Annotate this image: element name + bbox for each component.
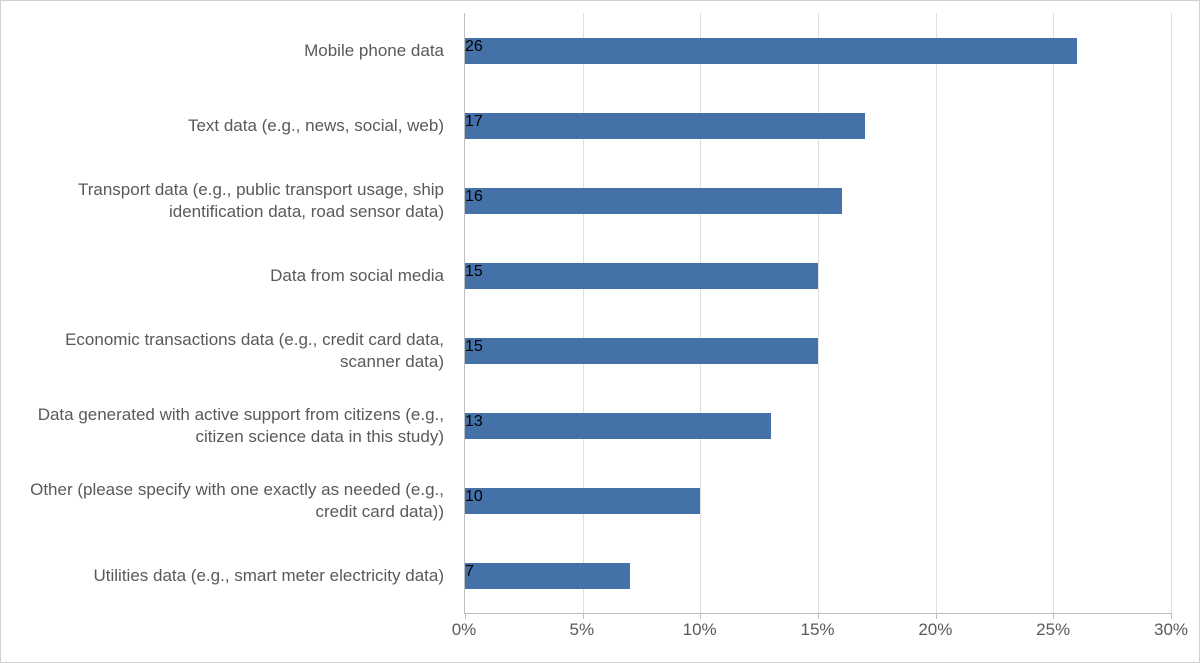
x-tick-label: 10% (683, 620, 717, 640)
y-tick-label: Data generated with active support from … (11, 389, 454, 464)
bar: 7 (465, 563, 630, 589)
x-tick-mark (583, 613, 584, 619)
grid-line (1171, 13, 1172, 613)
bar-row: 17 (465, 88, 1171, 163)
y-tick-label: Transport data (e.g., public transport u… (11, 163, 454, 238)
x-tick-mark (465, 613, 466, 619)
plot-area: 26 17 16 15 15 13 10 7 (464, 13, 1171, 614)
y-tick-label: Utilities data (e.g., smart meter electr… (11, 539, 454, 614)
bar-chart: Mobile phone dataText data (e.g., news, … (0, 0, 1200, 663)
x-tick-mark (936, 613, 937, 619)
bar-row: 26 (465, 13, 1171, 88)
bar-row: 16 (465, 163, 1171, 238)
bar: 26 (465, 38, 1077, 64)
bar: 13 (465, 413, 771, 439)
bars-container: 26 17 16 15 15 13 10 7 (465, 13, 1171, 613)
bar-row: 15 (465, 238, 1171, 313)
x-tick-label: 20% (918, 620, 952, 640)
bar-row: 10 (465, 463, 1171, 538)
bar: 15 (465, 263, 818, 289)
x-tick-mark (700, 613, 701, 619)
y-tick-label: Data from social media (11, 238, 454, 313)
y-axis-labels: Mobile phone dataText data (e.g., news, … (11, 13, 454, 614)
x-tick-mark (1171, 613, 1172, 619)
y-tick-label: Mobile phone data (11, 13, 454, 88)
x-tick-label: 15% (800, 620, 834, 640)
y-tick-label: Text data (e.g., news, social, web) (11, 88, 454, 163)
bar-row: 15 (465, 313, 1171, 388)
x-tick-mark (1053, 613, 1054, 619)
x-tick-mark (818, 613, 819, 619)
x-tick-label: 5% (570, 620, 595, 640)
bar-row: 7 (465, 538, 1171, 613)
y-tick-label: Other (please specify with one exactly a… (11, 464, 454, 539)
x-tick-label: 30% (1154, 620, 1188, 640)
bar-row: 13 (465, 388, 1171, 463)
x-tick-label: 25% (1036, 620, 1070, 640)
y-tick-label: Economic transactions data (e.g., credit… (11, 314, 454, 389)
bar: 15 (465, 338, 818, 364)
x-axis: 0%5%10%15%20%25%30% (464, 620, 1171, 650)
bar: 17 (465, 113, 865, 139)
bar: 10 (465, 488, 700, 514)
x-tick-label: 0% (452, 620, 477, 640)
bar: 16 (465, 188, 842, 214)
